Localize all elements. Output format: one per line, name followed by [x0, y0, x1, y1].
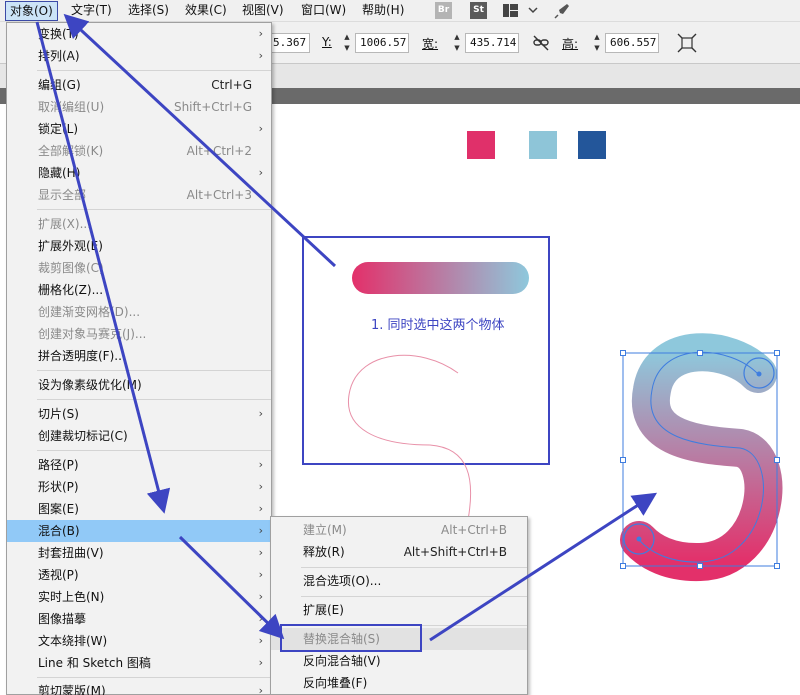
- menu-item-live-paint[interactable]: 实时上色(N) ›: [7, 586, 271, 608]
- menu-item-image-trace[interactable]: 图像描摹 ›: [7, 608, 271, 630]
- menu-item-expand[interactable]: 扩展(X)...: [7, 213, 271, 235]
- menu-item-blend[interactable]: 混合(B) ›: [7, 520, 271, 542]
- blend-make[interactable]: 建立(M) Alt+Ctrl+B: [271, 519, 527, 541]
- menu-separator: [37, 677, 271, 678]
- menu-item-expand-appearance[interactable]: 扩展外观(E): [7, 235, 271, 257]
- menu-separator: [37, 209, 271, 210]
- menu-item-path[interactable]: 路径(P) ›: [7, 454, 271, 476]
- blend-expand[interactable]: 扩展(E): [271, 599, 527, 621]
- menu-item-transform[interactable]: 变换(T) ›: [7, 23, 271, 45]
- menu-separator: [37, 399, 271, 400]
- menu-separator: [37, 70, 271, 71]
- menu-separator: [301, 596, 527, 597]
- menu-separator: [37, 370, 271, 371]
- blend-submenu: 建立(M) Alt+Ctrl+B 释放(R) Alt+Shift+Ctrl+B 混合…: [270, 516, 528, 695]
- blend-release[interactable]: 释放(R) Alt+Shift+Ctrl+B: [271, 541, 527, 563]
- menu-item-create-object-mosaic[interactable]: 创建对象马赛克(J)...: [7, 323, 271, 345]
- menu-item-shape[interactable]: 形状(P) ›: [7, 476, 271, 498]
- replace-spine-highlight-box: [280, 624, 422, 652]
- object-menu-dropdown: 变换(T) › 排列(A) › 编组(G) Ctrl+G 取消编组(U) Shift+C…: [6, 22, 272, 695]
- menu-item-text-wrap[interactable]: 文本绕排(W) ›: [7, 630, 271, 652]
- gradient-pill-shape[interactable]: [352, 262, 529, 294]
- blend-options[interactable]: 混合选项(O)...: [271, 570, 527, 592]
- menu-separator: [37, 450, 271, 451]
- instruction-caption: 1. 同时选中这两个物体: [371, 318, 505, 333]
- menu-item-flatten-transparency[interactable]: 拼合透明度(F)...: [7, 345, 271, 367]
- blend-reverse-spine[interactable]: 反向混合轴(V): [271, 650, 527, 672]
- blended-s-shape[interactable]: [620, 333, 783, 582]
- menu-item-group[interactable]: 编组(G) Ctrl+G: [7, 74, 271, 96]
- menu-item-clipping-mask[interactable]: 剪切蒙版(M) ›: [7, 680, 271, 695]
- menu-item-envelope-distort[interactable]: 封套扭曲(V) ›: [7, 542, 271, 564]
- menu-item-perspective[interactable]: 透视(P) ›: [7, 564, 271, 586]
- menu-item-ungroup[interactable]: 取消编组(U) Shift+Ctrl+G: [7, 96, 271, 118]
- menu-item-rasterize[interactable]: 栅格化(Z)...: [7, 279, 271, 301]
- menu-item-pixel-perfect[interactable]: 设为像素级优化(M): [7, 374, 271, 396]
- menu-separator: [301, 567, 527, 568]
- menu-item-crop-image[interactable]: 裁剪图像(C): [7, 257, 271, 279]
- menu-item-line-sketch-art[interactable]: Line 和 Sketch 图稿 ›: [7, 652, 271, 674]
- s-path-outline[interactable]: [348, 354, 472, 521]
- menu-item-create-trim-marks[interactable]: 创建裁切标记(C): [7, 425, 271, 447]
- menu-item-lock[interactable]: 锁定(L) ›: [7, 118, 271, 140]
- menu-item-slice[interactable]: 切片(S) ›: [7, 403, 271, 425]
- menu-item-unlock-all[interactable]: 全部解锁(K) Alt+Ctrl+2: [7, 140, 271, 162]
- menu-item-arrange[interactable]: 排列(A) ›: [7, 45, 271, 67]
- menu-item-create-gradient-mesh[interactable]: 创建渐变网格(D)...: [7, 301, 271, 323]
- menu-item-show-all[interactable]: 显示全部 Alt+Ctrl+3: [7, 184, 271, 206]
- menu-item-pattern[interactable]: 图案(E) ›: [7, 498, 271, 520]
- menu-item-hide[interactable]: 隐藏(H) ›: [7, 162, 271, 184]
- blend-reverse-front-to-back[interactable]: 反向堆叠(F): [271, 672, 527, 694]
